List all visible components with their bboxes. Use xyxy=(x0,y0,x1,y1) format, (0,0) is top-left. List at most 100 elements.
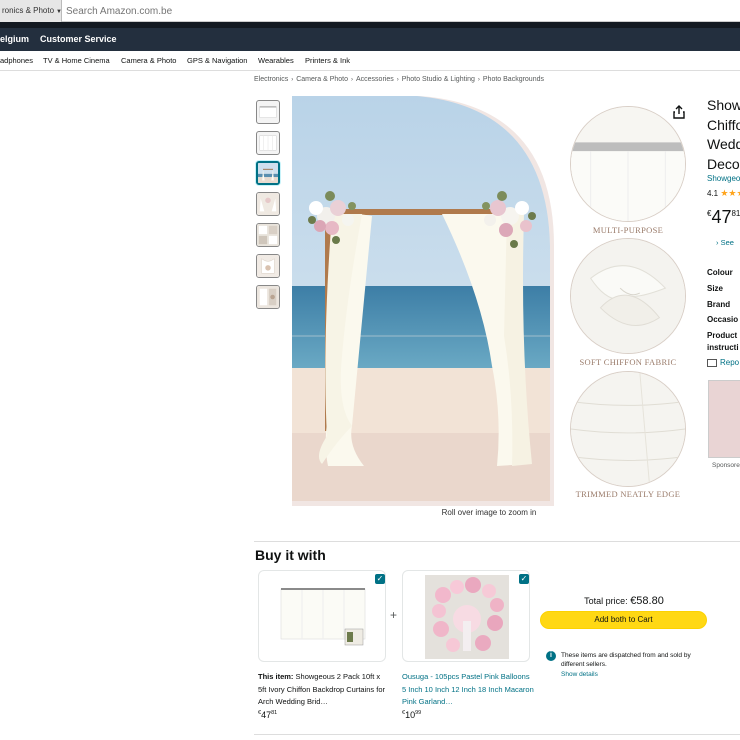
spec-key-colour: Colour xyxy=(707,268,733,277)
star-rating-icon: ★★★ xyxy=(720,188,740,198)
subnav-item-headphones[interactable]: adphones xyxy=(0,51,33,71)
price-fraction: 99 xyxy=(415,710,422,716)
price-whole: 47 xyxy=(711,207,732,227)
subnav-item-wearables[interactable]: Wearables xyxy=(258,51,294,71)
gallery-thumbnail[interactable] xyxy=(256,131,280,155)
price-whole: 47 xyxy=(261,710,272,720)
search-category-label: ronics & Photo xyxy=(2,6,55,15)
spec-key-size: Size xyxy=(707,284,724,293)
spec-key-instructions: instructi xyxy=(707,343,739,352)
breadcrumb-item[interactable]: Photo Backgrounds xyxy=(483,76,544,83)
spec-key-product: Product xyxy=(707,331,738,340)
feature-image-multi-purpose xyxy=(570,106,686,222)
plus-icon: + xyxy=(390,608,398,622)
arch-thumb-icon xyxy=(258,163,278,183)
spec-key-brand: Brand xyxy=(707,300,731,309)
product-title-line: Deco xyxy=(707,155,740,172)
section-divider xyxy=(254,541,740,542)
breadcrumb-separator: › xyxy=(350,77,353,83)
rating-value: 4.1 xyxy=(707,189,719,198)
add-both-to-cart-button[interactable]: Add both to Cart xyxy=(540,611,707,629)
brand-link[interactable]: Showgeo xyxy=(707,174,740,183)
breadcrumb-separator: › xyxy=(291,77,294,83)
feature-label: SOFT CHIFFON FABRIC xyxy=(579,357,677,367)
gallery-thumbnail[interactable] xyxy=(256,192,280,216)
product-title: Show Chiffo Wedd Deco xyxy=(707,96,740,174)
breadcrumb-separator: › xyxy=(396,77,399,83)
breadcrumb: Electronics › Camera & Photo › Accessories › P… xyxy=(254,76,544,83)
total-price: Total price: €58.80 xyxy=(540,595,708,607)
subnav-item-tv[interactable]: TV & Home Cinema xyxy=(43,51,110,71)
section-divider xyxy=(254,734,740,735)
buy-it-with-title: Buy it with xyxy=(255,547,326,563)
total-price-label: Total price: xyxy=(584,596,628,606)
breadcrumb-separator: › xyxy=(477,77,480,83)
sponsored-ad-image[interactable] xyxy=(708,380,740,458)
gallery-thumbnail-active[interactable] xyxy=(256,161,280,185)
main-product-image[interactable] xyxy=(292,96,554,506)
scene-thumb-icon xyxy=(257,193,279,215)
subnav-item-camera[interactable]: Camera & Photo xyxy=(121,51,176,71)
scene-thumb-icon xyxy=(257,286,279,308)
bundle-item-card[interactable] xyxy=(258,570,386,662)
top-search-bar: ronics & Photo ▼ xyxy=(0,0,740,22)
scene-thumb-icon xyxy=(257,224,279,246)
gallery-thumbnail[interactable] xyxy=(256,223,280,247)
bundle-item-card[interactable] xyxy=(402,570,530,662)
report-icon xyxy=(707,358,717,367)
bundle-item-price: €4781 xyxy=(258,710,277,720)
bundle-checkbox-1[interactable]: ✓ xyxy=(375,574,385,584)
category-subnav: adphones TV & Home Cinema Camera & Photo… xyxy=(0,51,740,71)
total-price-value: €58.80 xyxy=(630,595,664,607)
chevron-down-icon: ▼ xyxy=(56,9,62,15)
bundle-checkbox-2[interactable]: ✓ xyxy=(519,574,529,584)
product-title-line: Show xyxy=(707,97,740,113)
report-link[interactable]: Repo xyxy=(707,358,739,367)
bundle-item-price: €1099 xyxy=(402,710,421,720)
info-icon: i xyxy=(546,651,556,661)
price-fraction: 81 xyxy=(731,209,740,218)
main-nav: elgium Customer Service xyxy=(0,28,740,51)
subnav-item-printers[interactable]: Printers & Ink xyxy=(305,51,350,71)
nav-customer-service[interactable]: Customer Service xyxy=(40,28,117,51)
wedding-arch-photo xyxy=(292,96,554,506)
this-item-label: This item: xyxy=(258,672,294,681)
share-icon[interactable] xyxy=(671,104,687,120)
balloon-product-image xyxy=(425,575,509,659)
curtain-product-image xyxy=(280,588,366,646)
subnav-item-gps[interactable]: GPS & Navigation xyxy=(187,51,247,71)
breadcrumb-item[interactable]: Camera & Photo xyxy=(296,76,348,83)
price-whole: 10 xyxy=(405,710,416,720)
product-price: €4781 xyxy=(707,207,740,228)
feature-label: TRIMMED NEATLY EDGE xyxy=(575,489,681,499)
gallery-thumbnail[interactable] xyxy=(256,285,280,309)
breadcrumb-item[interactable]: Accessories xyxy=(356,76,394,83)
show-details-link[interactable]: Show details xyxy=(561,671,598,678)
price-fraction: 81 xyxy=(271,710,278,716)
nav-location-link[interactable]: elgium xyxy=(0,28,29,51)
spec-key-occasion: Occasio xyxy=(707,315,739,324)
bundle-item-name: Ousuga - 105pcs Pastel Pink Balloons 5 I… xyxy=(402,672,534,706)
search-category-dropdown[interactable]: ronics & Photo ▼ xyxy=(0,0,62,22)
curtain-thumb-icon xyxy=(259,135,277,151)
see-more-link[interactable]: › See xyxy=(716,238,734,247)
feature-image-trimmed-edge xyxy=(570,371,686,487)
search-input[interactable] xyxy=(64,2,734,20)
price-currency: € xyxy=(707,209,712,218)
scene-thumb-icon xyxy=(257,255,279,277)
sponsored-label: Sponsore xyxy=(712,462,740,469)
report-label: Repo xyxy=(720,358,740,367)
product-title-line: Wedd xyxy=(707,136,740,152)
curtain-thumb-icon xyxy=(259,106,277,118)
zoom-hint: Roll over image to zoom in xyxy=(441,508,537,517)
gallery-thumbnail[interactable] xyxy=(256,254,280,278)
feature-image-soft-chiffon xyxy=(570,238,686,354)
rating[interactable]: 4.1 ★★★ xyxy=(707,188,740,199)
feature-label: MULTI-PURPOSE xyxy=(592,225,664,235)
bundle-item-description[interactable]: Ousuga - 105pcs Pastel Pink Balloons 5 I… xyxy=(402,671,534,709)
breadcrumb-item[interactable]: Electronics xyxy=(254,76,288,83)
dispatch-note: These items are dispatched from and sold… xyxy=(561,652,691,668)
product-title-line: Chiffo xyxy=(707,116,740,133)
gallery-thumbnail[interactable] xyxy=(256,100,280,124)
breadcrumb-item[interactable]: Photo Studio & Lighting xyxy=(402,76,475,83)
